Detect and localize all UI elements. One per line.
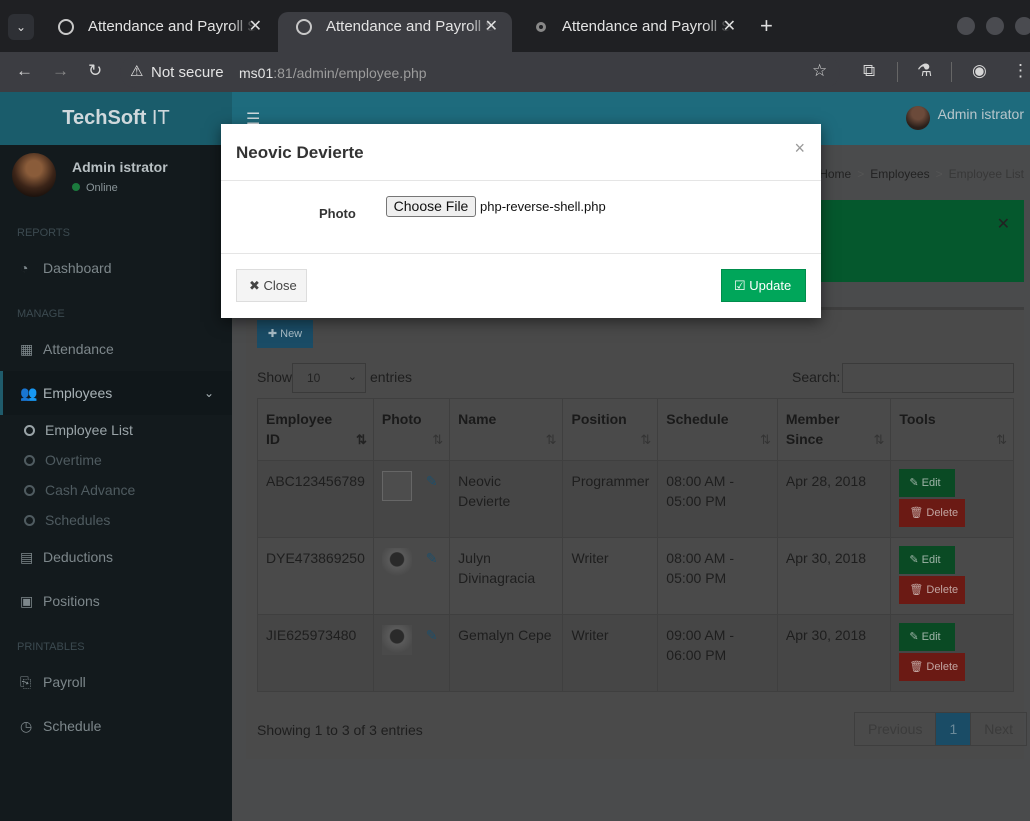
- close-tab-icon[interactable]: ✕: [723, 12, 736, 42]
- loading-icon: [536, 22, 546, 32]
- modal-update-button[interactable]: ☑ Update: [721, 269, 806, 302]
- minimize-window-button[interactable]: [957, 17, 975, 35]
- maximize-window-button[interactable]: [986, 17, 1004, 35]
- back-arrow-icon[interactable]: ←: [16, 60, 33, 82]
- browser-tab-1[interactable]: Attendance and Payroll System ✕: [40, 12, 276, 52]
- tab-title: Attendance and Payroll System: [326, 18, 494, 35]
- close-window-button[interactable]: [1015, 17, 1030, 35]
- browser-tab-2[interactable]: Attendance and Payroll System ✕: [278, 12, 512, 52]
- not-secure-label[interactable]: Not secure: [151, 64, 224, 81]
- update-photo-modal: Neovic Devierte × Photo Choose File php-…: [221, 124, 821, 318]
- extensions-icon[interactable]: ⧉: [863, 60, 875, 82]
- new-tab-icon[interactable]: +: [760, 14, 773, 38]
- modal-close-icon[interactable]: ×: [794, 138, 805, 159]
- browser-menu-icon[interactable]: ⋮: [1012, 60, 1029, 82]
- reload-icon[interactable]: ↻: [88, 60, 102, 82]
- labs-flask-icon[interactable]: ⚗: [917, 60, 932, 82]
- profile-icon[interactable]: ◉: [972, 60, 987, 82]
- close-tab-icon[interactable]: ✕: [249, 12, 262, 42]
- browser-tab-strip: ⌄ Attendance and Payroll System ✕ Attend…: [0, 0, 1030, 52]
- toolbar-divider: [897, 62, 898, 82]
- globe-icon: [58, 19, 74, 35]
- photo-field-label: Photo: [319, 206, 356, 221]
- modal-overlay: Neovic Devierte × Photo Choose File php-…: [0, 92, 1030, 821]
- toolbar-divider: [951, 62, 952, 82]
- choose-file-button[interactable]: Choose File: [386, 196, 476, 217]
- chosen-file-name: php-reverse-shell.php: [480, 199, 606, 214]
- forward-arrow-icon[interactable]: →: [52, 60, 69, 82]
- close-icon: ✖: [249, 278, 260, 293]
- check-square-icon: ☑: [734, 278, 746, 293]
- warning-icon: ⚠: [130, 63, 144, 80]
- url-text[interactable]: ms01:81/admin/employee.php: [239, 65, 427, 81]
- close-tab-icon[interactable]: ✕: [485, 12, 498, 42]
- browser-toolbar: ← → ↻ ⚠ Not secure ms01:81/admin/employe…: [0, 52, 1030, 92]
- address-bar[interactable]: ⚠ Not secure ms01:81/admin/employee.php: [120, 56, 840, 88]
- globe-icon: [296, 19, 312, 35]
- modal-divider: [221, 253, 821, 254]
- tab-title: Attendance and Payroll System: [88, 18, 256, 35]
- tab-title: Attendance and Payroll System: [562, 18, 730, 35]
- modal-divider: [221, 180, 821, 181]
- modal-close-button[interactable]: ✖ Close: [236, 269, 307, 302]
- bookmark-star-icon[interactable]: ☆: [812, 60, 827, 82]
- modal-title: Neovic Devierte: [236, 143, 364, 162]
- browser-tab-3[interactable]: Attendance and Payroll System ✕: [514, 12, 750, 52]
- tab-search-chevron-icon[interactable]: ⌄: [8, 14, 34, 40]
